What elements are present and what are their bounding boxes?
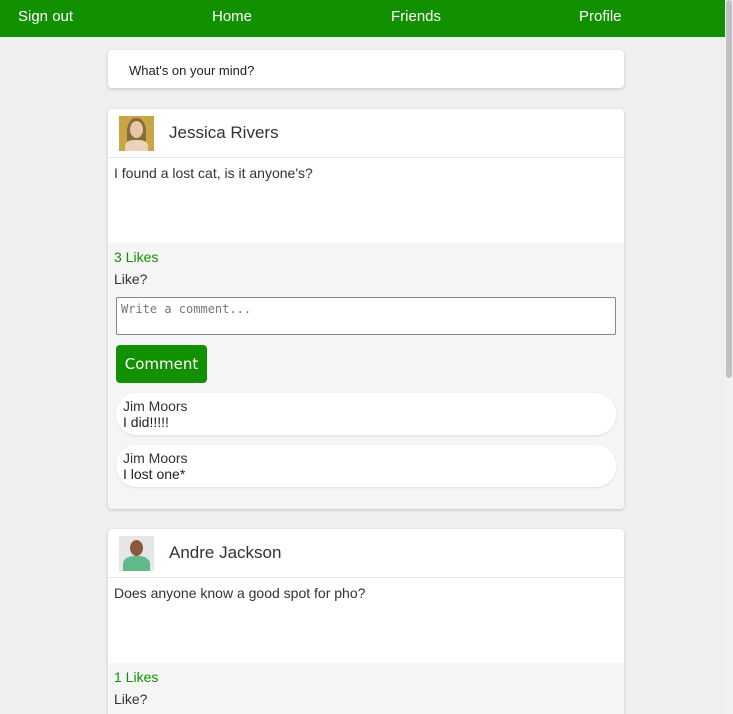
post-author[interactable]: Jessica Rivers xyxy=(169,123,279,143)
like-button[interactable]: Like? xyxy=(114,271,147,287)
post-card: Jessica Rivers I found a lost cat, is it… xyxy=(108,109,624,509)
news-feed: What's on your mind? Jessica Rivers I fo… xyxy=(108,50,624,714)
page-scrollbar[interactable] xyxy=(725,0,733,714)
like-button[interactable]: Like? xyxy=(114,691,147,707)
likes-count: 3 Likes xyxy=(114,249,159,265)
comment-button[interactable]: Comment xyxy=(116,345,207,383)
post-author[interactable]: Andre Jackson xyxy=(169,543,281,563)
comment-item: Jim Moors I lost one* xyxy=(116,445,616,487)
post-footer: 1 Likes Like? xyxy=(108,663,624,714)
post-header: Jessica Rivers xyxy=(108,109,624,158)
avatar[interactable] xyxy=(119,535,154,571)
scrollbar-thumb[interactable] xyxy=(726,0,732,378)
post-text: Does anyone know a good spot for pho? xyxy=(114,585,366,601)
home-link[interactable]: Home xyxy=(212,8,252,25)
comment-author[interactable]: Jim Moors xyxy=(123,398,609,414)
status-input[interactable]: What's on your mind? xyxy=(108,50,624,88)
comment-item: Jim Moors I did!!!!! xyxy=(116,393,616,435)
comment-input[interactable] xyxy=(116,297,616,335)
avatar[interactable] xyxy=(119,115,154,151)
top-nav: Sign out Home Friends Profile xyxy=(0,0,725,37)
likes-count: 1 Likes xyxy=(114,669,159,685)
friends-link[interactable]: Friends xyxy=(391,8,441,25)
sign-out-link[interactable]: Sign out xyxy=(18,8,73,25)
comment-author[interactable]: Jim Moors xyxy=(123,450,609,466)
comment-text: I lost one* xyxy=(123,466,186,482)
post-header: Andre Jackson xyxy=(108,529,624,578)
post-footer: 3 Likes Like? Comment Jim Moors I did!!!… xyxy=(108,243,624,509)
post-text: I found a lost cat, is it anyone's? xyxy=(114,165,313,181)
comment-text: I did!!!!! xyxy=(123,414,169,430)
post-card: Andre Jackson Does anyone know a good sp… xyxy=(108,529,624,714)
profile-link[interactable]: Profile xyxy=(579,8,622,25)
